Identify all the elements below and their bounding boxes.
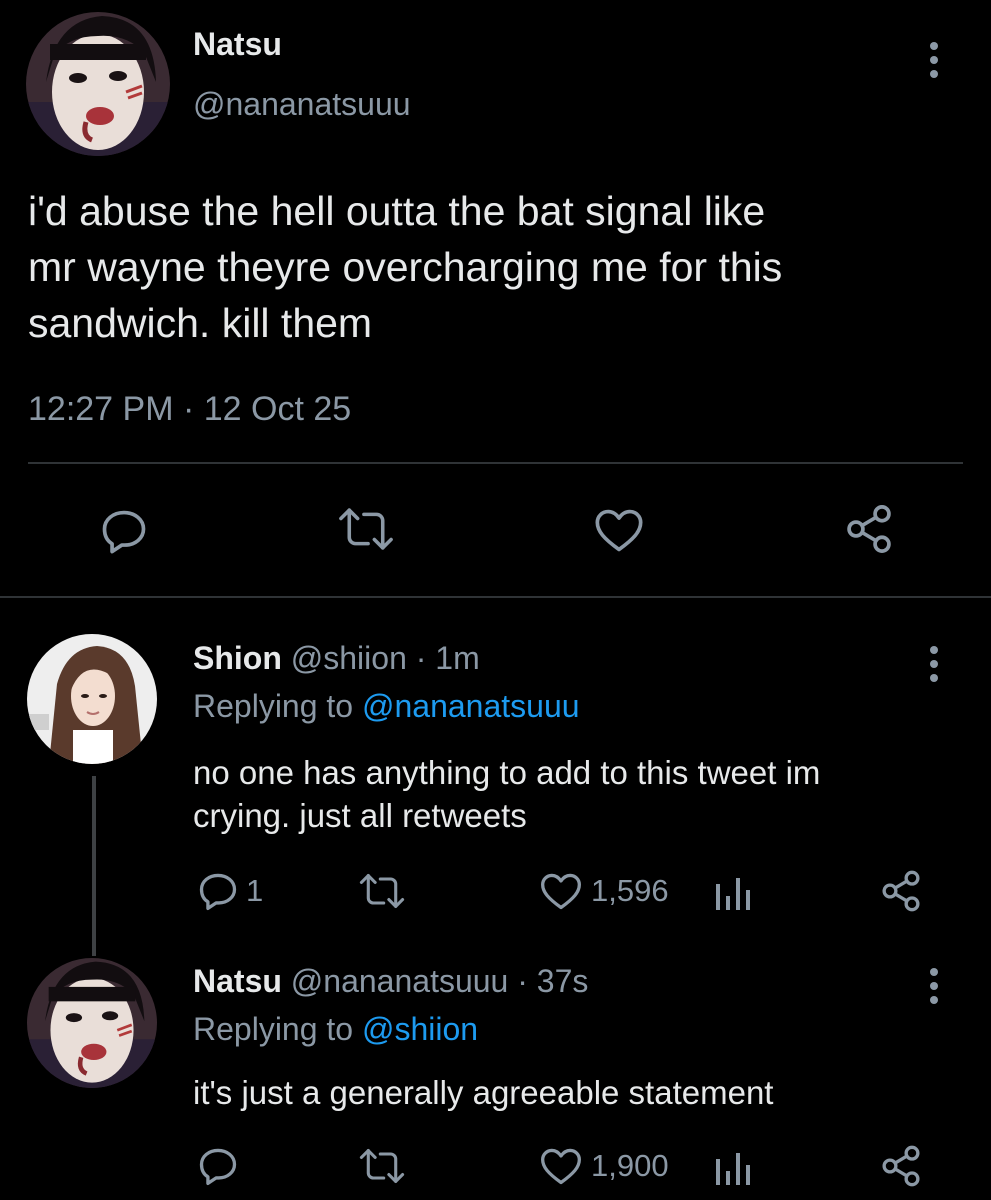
reply-header: Shion @shiion · 1m bbox=[193, 640, 480, 677]
replying-to: Replying to @shiion bbox=[193, 1011, 478, 1048]
share-icon[interactable] bbox=[879, 1144, 923, 1193]
handle[interactable]: @nananatsuuu bbox=[193, 86, 411, 123]
reply-text: no one has anything to add to this tweet… bbox=[193, 751, 820, 837]
replying-to: Replying to @nananatsuuu bbox=[193, 688, 580, 725]
reply-text-line: no one has anything to add to this tweet… bbox=[193, 754, 821, 791]
tweet-text-line: i'd abuse the hell outta the bat signal … bbox=[28, 188, 766, 234]
like-icon[interactable] bbox=[593, 505, 645, 560]
handle-time[interactable]: @shiion · 1m bbox=[291, 640, 480, 676]
avatar[interactable] bbox=[27, 634, 157, 764]
share-icon[interactable] bbox=[879, 869, 923, 918]
display-name[interactable]: Natsu bbox=[193, 963, 282, 999]
tweet-text-line: mr wayne theyre overcharging me for this bbox=[28, 244, 783, 290]
retweet-icon[interactable] bbox=[336, 506, 396, 557]
reply-icon bbox=[199, 873, 237, 911]
like-count: 1,596 bbox=[591, 873, 669, 908]
reply-count: 1 bbox=[246, 873, 264, 908]
reply-icon bbox=[199, 1148, 237, 1186]
reply-text-line: crying. just all retweets bbox=[193, 797, 527, 834]
avatar[interactable] bbox=[26, 12, 170, 156]
avatar[interactable] bbox=[27, 958, 157, 1088]
reply-button[interactable]: 1 bbox=[196, 869, 263, 913]
thread-line bbox=[92, 776, 96, 956]
reply-button[interactable] bbox=[196, 1144, 246, 1188]
like-icon bbox=[541, 1148, 581, 1185]
divider bbox=[0, 596, 991, 598]
more-options-icon[interactable] bbox=[927, 42, 941, 78]
replying-to-label: Replying to bbox=[193, 688, 362, 724]
display-name[interactable]: Natsu bbox=[193, 26, 282, 63]
analytics-icon[interactable] bbox=[712, 872, 752, 917]
divider bbox=[28, 462, 963, 464]
replying-to-label: Replying to bbox=[193, 1011, 362, 1047]
analytics-icon[interactable] bbox=[712, 1147, 752, 1192]
handle-time[interactable]: @nananatsuuu · 37s bbox=[291, 963, 589, 999]
reply-text-line: it's just a generally agreeable statemen… bbox=[193, 1074, 774, 1111]
more-options-icon[interactable] bbox=[927, 968, 941, 1004]
replying-to-handle[interactable]: @nananatsuuu bbox=[362, 688, 580, 724]
tweet-text-line: sandwich. kill them bbox=[28, 300, 373, 346]
timestamp[interactable]: 12:27 PM · 12 Oct 25 bbox=[28, 390, 351, 429]
retweet-icon[interactable] bbox=[358, 872, 406, 915]
like-button[interactable]: 1,596 bbox=[539, 870, 669, 912]
like-button[interactable]: 1,900 bbox=[539, 1145, 669, 1187]
display-name[interactable]: Shion bbox=[193, 640, 282, 676]
like-count: 1,900 bbox=[591, 1148, 669, 1183]
more-options-icon[interactable] bbox=[927, 646, 941, 682]
retweet-icon[interactable] bbox=[358, 1147, 406, 1190]
tweet-text: i'd abuse the hell outta the bat signal … bbox=[28, 183, 782, 351]
reply-icon[interactable] bbox=[98, 505, 150, 562]
share-icon[interactable] bbox=[843, 503, 895, 560]
like-icon bbox=[541, 873, 581, 910]
reply-text: it's just a generally agreeable statemen… bbox=[193, 1071, 773, 1114]
replying-to-handle[interactable]: @shiion bbox=[362, 1011, 478, 1047]
reply-header: Natsu @nananatsuuu · 37s bbox=[193, 963, 588, 1000]
